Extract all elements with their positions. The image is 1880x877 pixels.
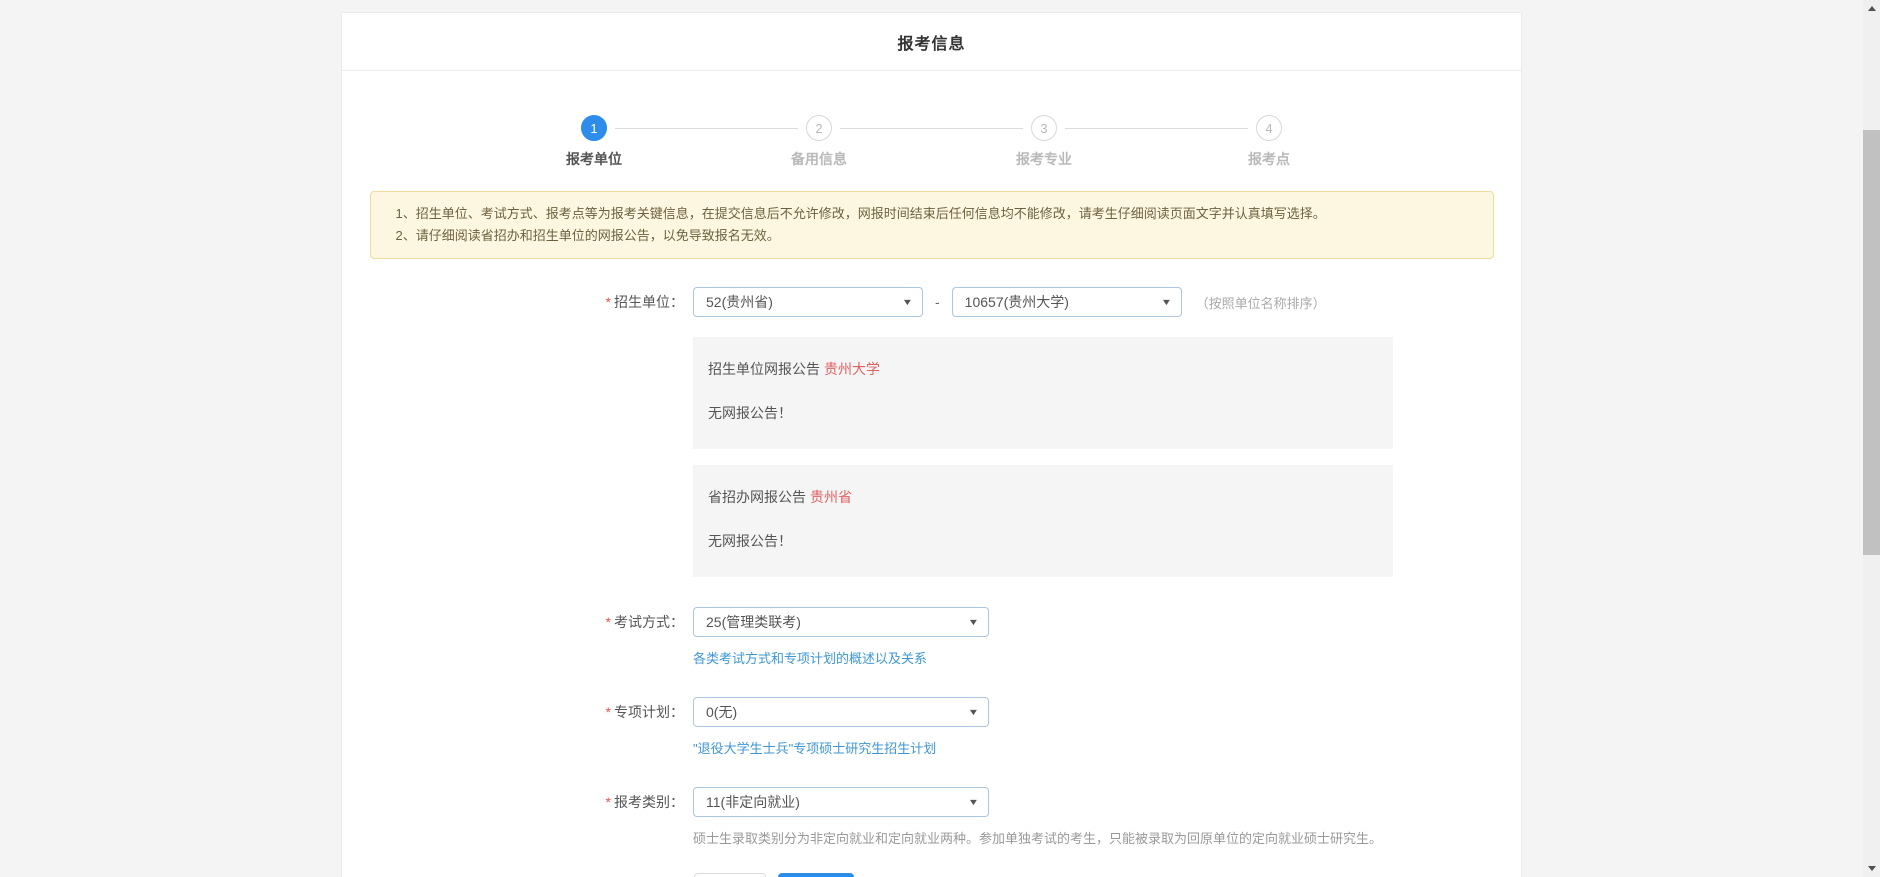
province-announcement-link[interactable]: 贵州省 bbox=[810, 489, 852, 505]
previous-step-button[interactable]: 上一步 bbox=[694, 873, 766, 877]
province-announcement-body: 无网报公告！ bbox=[708, 531, 1378, 551]
dropdown-arrow-icon: ▼ bbox=[968, 707, 980, 717]
step-1-application-unit[interactable]: 1 报考单位 bbox=[482, 115, 707, 169]
unit-announcement-link[interactable]: 贵州大学 bbox=[824, 361, 880, 377]
step-4-exam-site[interactable]: 4 报考点 bbox=[1157, 115, 1382, 169]
step-4-label: 报考点 bbox=[1248, 149, 1290, 169]
application-panel: 报考信息 1 报考单位 2 备用信息 3 报考专业 4 报考点 1、招生单位、考… bbox=[341, 12, 1522, 877]
province-select[interactable]: 52(贵州省) ▼ bbox=[693, 287, 923, 317]
special-plan-label: *专项计划： bbox=[342, 702, 693, 722]
required-asterisk: * bbox=[606, 614, 611, 630]
exam-method-select[interactable]: 25(管理类联考) ▼ bbox=[693, 607, 989, 637]
step-1-label: 报考单位 bbox=[566, 149, 622, 169]
stepper: 1 报考单位 2 备用信息 3 报考专业 4 报考点 bbox=[482, 115, 1382, 169]
application-category-note: 硕士生录取类别分为非定向就业和定向就业两种。参加单独考试的考生，只能被录取为回原… bbox=[693, 828, 1521, 847]
step-4-circle: 4 bbox=[1256, 115, 1282, 141]
exam-method-label: *考试方式： bbox=[342, 612, 693, 632]
required-asterisk: * bbox=[606, 704, 611, 720]
dropdown-arrow-icon: ▼ bbox=[1160, 297, 1172, 307]
next-step-button[interactable]: 下一步 bbox=[778, 873, 854, 877]
province-announcement-box: 省招办网报公告贵州省 无网报公告！ bbox=[693, 465, 1393, 577]
step-3-circle: 3 bbox=[1031, 115, 1057, 141]
unit-sort-hint: （按照单位名称排序） bbox=[1196, 293, 1326, 312]
vertical-scrollbar[interactable] bbox=[1863, 0, 1880, 877]
step-2-backup-info[interactable]: 2 备用信息 bbox=[707, 115, 932, 169]
special-plan-select-value: 0(无) bbox=[706, 702, 737, 722]
required-asterisk: * bbox=[606, 794, 611, 810]
scrollbar-thumb[interactable] bbox=[1863, 130, 1880, 555]
step-2-circle: 2 bbox=[806, 115, 832, 141]
special-plan-row: *专项计划： 0(无) ▼ bbox=[342, 697, 1521, 727]
exam-method-help-link[interactable]: 各类考试方式和专项计划的概述以及关系 bbox=[693, 651, 927, 666]
scrollbar-up-arrow-icon[interactable] bbox=[1863, 0, 1880, 17]
application-category-row: *报考类别： 11(非定向就业) ▼ bbox=[342, 787, 1521, 817]
dropdown-arrow-icon: ▼ bbox=[968, 797, 980, 807]
application-form: *招生单位： 52(贵州省) ▼ - 10657(贵州大学) ▼ （按照单位名称… bbox=[342, 287, 1521, 877]
application-category-select-value: 11(非定向就业) bbox=[706, 792, 800, 812]
application-category-select[interactable]: 11(非定向就业) ▼ bbox=[693, 787, 989, 817]
exam-method-help: 各类考试方式和专项计划的概述以及关系 bbox=[693, 648, 1521, 667]
exam-method-row: *考试方式： 25(管理类联考) ▼ bbox=[342, 607, 1521, 637]
admission-unit-label: *招生单位： bbox=[342, 292, 693, 312]
required-asterisk: * bbox=[606, 294, 611, 310]
scrollbar-down-arrow-icon[interactable] bbox=[1863, 860, 1880, 877]
dropdown-arrow-icon: ▼ bbox=[968, 617, 980, 627]
select-separator: - bbox=[935, 294, 940, 310]
unit-announcement-box: 招生单位网报公告贵州大学 无网报公告！ bbox=[693, 337, 1393, 449]
special-plan-help: "退役大学生士兵"专项硕士研究生招生计划 bbox=[693, 738, 1521, 757]
exam-method-select-value: 25(管理类联考) bbox=[706, 612, 801, 632]
notice-line-1: 1、招生单位、考试方式、报考点等为报考关键信息，在提交信息后不允许修改，网报时间… bbox=[396, 203, 1468, 225]
special-plan-select[interactable]: 0(无) ▼ bbox=[693, 697, 989, 727]
step-1-circle: 1 bbox=[581, 115, 607, 141]
step-3-label: 报考专业 bbox=[1016, 149, 1072, 169]
panel-header: 报考信息 bbox=[342, 13, 1521, 71]
university-select[interactable]: 10657(贵州大学) ▼ bbox=[952, 287, 1182, 317]
dropdown-arrow-icon: ▼ bbox=[902, 297, 914, 307]
special-plan-help-link[interactable]: "退役大学生士兵"专项硕士研究生招生计划 bbox=[693, 741, 936, 756]
step-2-label: 备用信息 bbox=[791, 149, 847, 169]
unit-announcement-body: 无网报公告！ bbox=[708, 403, 1378, 423]
form-buttons: 上一步 下一步 bbox=[694, 873, 1521, 877]
application-category-label: *报考类别： bbox=[342, 792, 693, 812]
step-3-major[interactable]: 3 报考专业 bbox=[932, 115, 1157, 169]
admission-unit-row: *招生单位： 52(贵州省) ▼ - 10657(贵州大学) ▼ （按照单位名称… bbox=[342, 287, 1521, 317]
page-title: 报考信息 bbox=[897, 30, 965, 54]
notice-line-2: 2、请仔细阅读省招办和招生单位的网报公告，以免导致报名无效。 bbox=[396, 225, 1468, 247]
notice-box: 1、招生单位、考试方式、报考点等为报考关键信息，在提交信息后不允许修改，网报时间… bbox=[370, 191, 1494, 259]
province-select-value: 52(贵州省) bbox=[706, 292, 773, 312]
province-announcement-title: 省招办网报公告贵州省 bbox=[708, 487, 1378, 507]
university-select-value: 10657(贵州大学) bbox=[965, 292, 1069, 312]
unit-announcement-title: 招生单位网报公告贵州大学 bbox=[708, 359, 1378, 379]
